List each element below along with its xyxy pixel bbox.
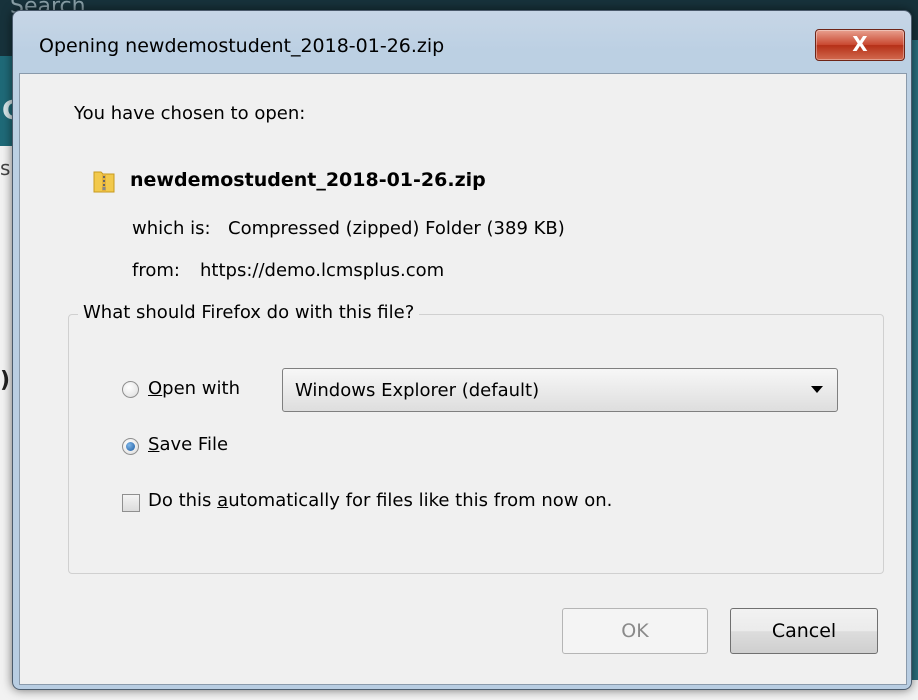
auto-action-label[interactable]: Do this automatically for files like thi… [148, 490, 612, 511]
open-with-label[interactable]: Open with [148, 378, 240, 399]
dialog-title: Opening newdemostudent_2018-01-26.zip [39, 35, 445, 57]
source-url: https://demo.lcmsplus.com [200, 260, 445, 281]
auto-accesskey: a [217, 490, 229, 511]
ok-button[interactable]: OK [562, 608, 708, 654]
close-button[interactable]: X [815, 29, 905, 61]
from-label: from: [132, 260, 180, 281]
open-with-accesskey: O [148, 378, 163, 399]
open-with-app-value: Windows Explorer (default) [295, 380, 540, 401]
open-with-app-select[interactable]: Windows Explorer (default) [282, 368, 838, 412]
save-file-label-text: ave File [159, 434, 229, 455]
auto-label-after: utomatically for files like this from no… [228, 490, 613, 511]
auto-label-before: Do this [148, 490, 218, 511]
groupbox-caption: What should Firefox do with this file? [78, 302, 420, 323]
save-file-radio[interactable] [122, 438, 139, 455]
open-with-label-text: pen with [162, 378, 240, 399]
file-type-value: Compressed (zipped) Folder (389 KB) [228, 218, 565, 239]
dialog-body: You have chosen to open: newdemostudent_… [19, 73, 907, 685]
zip-folder-icon [93, 171, 115, 193]
chosen-label: You have chosen to open: [74, 103, 306, 124]
file-name: newdemostudent_2018-01-26.zip [130, 169, 486, 191]
open-with-radio[interactable] [122, 381, 139, 398]
chevron-down-icon [811, 386, 823, 393]
save-file-label[interactable]: Save File [148, 434, 228, 455]
which-is-label: which is: [132, 218, 211, 239]
auto-action-checkbox[interactable] [122, 494, 140, 512]
background-fragment: s [0, 156, 11, 180]
cancel-button[interactable]: Cancel [730, 608, 878, 654]
close-icon: X [852, 32, 868, 56]
background-paren: ) [0, 368, 11, 393]
save-file-accesskey: S [148, 434, 160, 455]
download-dialog: Opening newdemostudent_2018-01-26.zip X … [12, 10, 912, 690]
